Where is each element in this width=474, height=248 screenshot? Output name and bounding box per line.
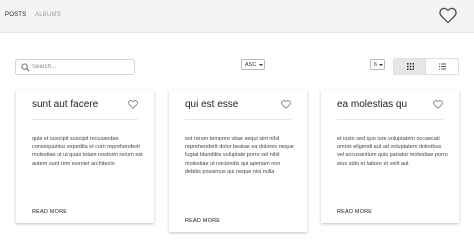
- per-page-select[interactable]: 6: [370, 59, 385, 70]
- read-more-link[interactable]: READ MORE: [185, 218, 220, 224]
- chevron-down-icon: [379, 64, 383, 66]
- search-field[interactable]: [15, 59, 135, 75]
- grid-view-button[interactable]: [393, 58, 426, 75]
- top-navbar: POSTS ALBUMS: [0, 0, 474, 33]
- post-title: sunt aut facere: [32, 99, 99, 110]
- post-body: quia et suscipit suscipit recusandae con…: [32, 136, 143, 167]
- post-body: et iusto sed quo iure voluptatem occaeca…: [337, 136, 448, 167]
- tab-posts[interactable]: POSTS: [5, 12, 26, 18]
- chevron-down-icon: [259, 64, 263, 66]
- card-divider: [185, 119, 291, 120]
- list-icon: [439, 63, 446, 70]
- post-title: qui est esse: [185, 99, 239, 110]
- grid-icon: [407, 63, 414, 70]
- favorites-heart-icon[interactable]: [439, 7, 457, 24]
- favorite-heart-icon[interactable]: [433, 100, 443, 109]
- sort-order-value: ASC: [245, 62, 257, 68]
- read-more-link[interactable]: READ MORE: [337, 209, 372, 215]
- post-card: ea molestias qu et iusto sed quo iure vo…: [321, 90, 459, 223]
- list-view-button[interactable]: [426, 58, 459, 75]
- search-input[interactable]: [32, 61, 132, 73]
- post-title: ea molestias qu: [337, 99, 408, 110]
- post-card: sunt aut facere quia et suscipit suscipi…: [16, 90, 154, 223]
- sort-order-select[interactable]: ASC: [241, 59, 265, 70]
- per-page-value: 6: [374, 62, 378, 68]
- card-divider: [32, 119, 138, 120]
- post-card: qui est esse est rerum tempore vitae seq…: [169, 90, 307, 232]
- post-body: est rerum tempore vitae sequi sint nihil…: [185, 136, 294, 175]
- search-icon: [21, 63, 30, 72]
- tab-albums[interactable]: ALBUMS: [35, 12, 61, 18]
- card-divider: [337, 119, 443, 120]
- favorite-heart-icon[interactable]: [128, 100, 138, 109]
- read-more-link[interactable]: READ MORE: [32, 209, 67, 215]
- favorite-heart-icon[interactable]: [281, 100, 291, 109]
